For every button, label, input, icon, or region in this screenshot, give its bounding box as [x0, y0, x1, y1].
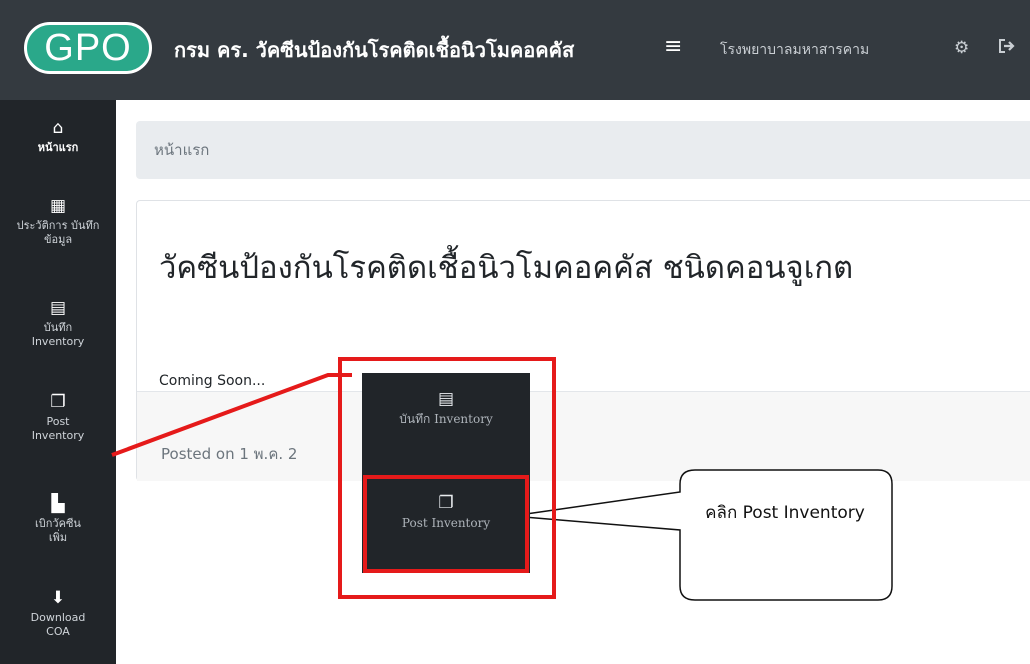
pointer-line	[111, 373, 352, 457]
highlight-inner-box	[363, 475, 529, 573]
callout-bubble	[511, 469, 893, 601]
callout-text: คลิก Post Inventory	[705, 503, 865, 523]
